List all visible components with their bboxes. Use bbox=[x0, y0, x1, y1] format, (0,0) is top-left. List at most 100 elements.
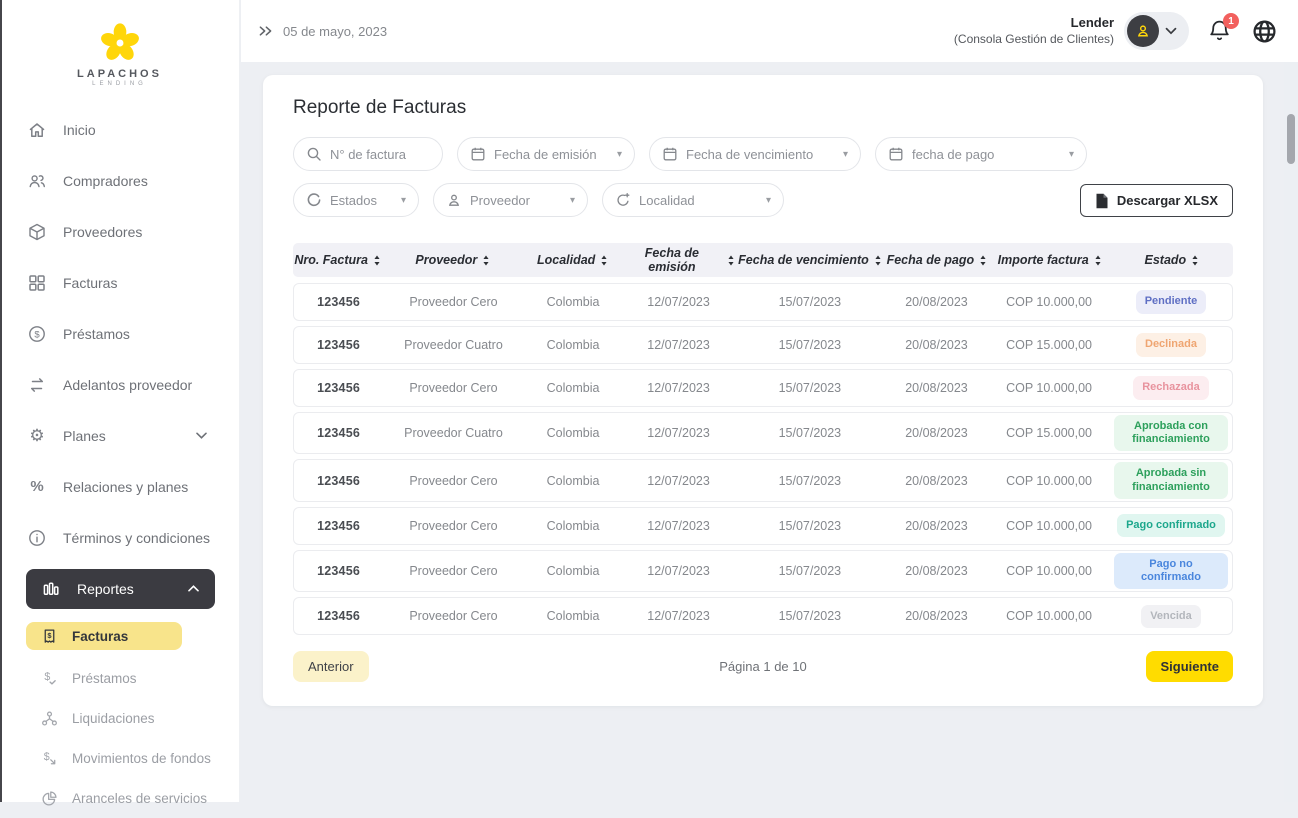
cell-localidad: Colombia bbox=[546, 563, 600, 578]
sidebar-item-proveedores[interactable]: Proveedores bbox=[26, 206, 221, 257]
language-button[interactable] bbox=[1251, 18, 1278, 45]
col-header-proveedor[interactable]: Proveedor bbox=[382, 253, 523, 267]
buyers-icon bbox=[26, 170, 48, 192]
status-badge: Vencida bbox=[1141, 604, 1201, 628]
chevron-down-icon bbox=[1165, 27, 1177, 35]
user-role: Lender bbox=[1070, 15, 1114, 31]
payment-date-filter[interactable]: fecha de pago ▾ bbox=[875, 137, 1087, 171]
table-row: 123456 Proveedor Cero Colombia 12/07/202… bbox=[293, 369, 1233, 407]
cell-importe-factura: COP 10.000,00 bbox=[1006, 563, 1093, 578]
cell-localidad: Colombia bbox=[546, 518, 600, 533]
cell-nro-factura: 123456 bbox=[317, 338, 361, 352]
sort-icon bbox=[600, 254, 608, 266]
sidebar-item-planes[interactable]: ⚙ Planes bbox=[26, 410, 221, 461]
main-content: Reporte de Facturas Fecha de emisión ▾ bbox=[241, 62, 1298, 802]
cell-nro-factura: 123456 bbox=[317, 473, 361, 488]
sidebar-subitem-label: Facturas bbox=[72, 628, 129, 644]
sort-icon bbox=[874, 254, 882, 266]
sidebar-subitem-movimientos-de-fondos[interactable]: $ Movimientos de fondos bbox=[26, 738, 221, 778]
col-header-fecha-vencimiento[interactable]: Fecha de vencimiento bbox=[735, 253, 885, 267]
invoice-search-field[interactable] bbox=[330, 146, 430, 162]
table-body: 123456 Proveedor Cero Colombia 12/07/202… bbox=[293, 283, 1233, 636]
sidebar-item-prestamos[interactable]: $ Préstamos bbox=[26, 308, 221, 359]
topbar-date: 05 de mayo, 2023 bbox=[283, 23, 388, 39]
brand-logo: LAPACHOS LENDING bbox=[0, 10, 239, 96]
chevron-down-icon bbox=[196, 430, 207, 442]
col-header-importe-factura[interactable]: Importe factura bbox=[989, 253, 1111, 267]
cell-fecha-vencimiento: 15/07/2023 bbox=[778, 381, 842, 395]
sidebar-nav: Inicio Compradores Proveedores Facturas … bbox=[0, 96, 239, 818]
document-icon bbox=[1096, 193, 1108, 208]
states-filter[interactable]: Estados ▾ bbox=[293, 183, 419, 217]
cell-fecha-emision: 12/07/2023 bbox=[647, 563, 710, 578]
locality-filter[interactable]: Localidad ▾ bbox=[602, 183, 784, 217]
sidebar-item-terminos-y-condiciones[interactable]: Términos y condiciones bbox=[26, 512, 221, 563]
page-title: Reporte de Facturas bbox=[293, 97, 467, 118]
chevrons-right-icon[interactable] bbox=[257, 24, 274, 38]
percent-icon: % bbox=[30, 478, 44, 495]
cell-fecha-pago: 20/08/2023 bbox=[905, 518, 968, 533]
sidebar-item-inicio[interactable]: Inicio bbox=[26, 104, 221, 155]
sidebar-item-label: Reportes bbox=[77, 581, 134, 597]
user-subtitle: (Consola Gestión de Clientes) bbox=[953, 31, 1114, 46]
sidebar-item-reportes[interactable]: Reportes bbox=[26, 569, 215, 609]
table-row: 123456 Proveedor Cuatro Colombia 12/07/2… bbox=[293, 412, 1233, 455]
cell-fecha-vencimiento: 15/07/2023 bbox=[778, 295, 842, 309]
cell-proveedor: Proveedor Cero bbox=[409, 295, 498, 309]
sidebar-item-label: Adelantos proveedor bbox=[63, 376, 193, 393]
filter-label: Fecha de vencimiento bbox=[686, 146, 814, 162]
scrollbar-thumb[interactable] bbox=[1287, 114, 1295, 164]
scrollbar-track[interactable] bbox=[1284, 62, 1298, 802]
sidebar-item-adelantos-proveedor[interactable]: Adelantos proveedor bbox=[26, 359, 221, 410]
cell-fecha-pago: 20/08/2023 bbox=[905, 295, 968, 309]
download-xlsx-button[interactable]: Descargar XLSX bbox=[1079, 184, 1233, 217]
cell-importe-factura: COP 10.000,00 bbox=[1006, 295, 1093, 309]
sidebar-item-compradores[interactable]: Compradores bbox=[26, 155, 221, 206]
col-header-fecha-pago[interactable]: Fecha de pago bbox=[885, 253, 988, 267]
table-row: 123456 Proveedor Cero Colombia 12/07/202… bbox=[293, 506, 1233, 545]
breadcrumb: 05 de mayo, 2023 bbox=[257, 24, 387, 39]
brand-name: LAPACHOS bbox=[77, 67, 162, 80]
filter-label: Proveedor bbox=[470, 192, 530, 208]
cell-nro-factura: 123456 bbox=[317, 609, 361, 624]
sidebar-item-facturas[interactable]: Facturas bbox=[26, 257, 221, 308]
topbar-right: Lender (Consola Gestión de Clientes) 1 bbox=[954, 12, 1278, 50]
sidebar-subitem-facturas[interactable]: $ Facturas bbox=[26, 622, 182, 650]
col-header-nro-factura[interactable]: Nro. Factura bbox=[293, 253, 382, 267]
invoice-search-input[interactable] bbox=[293, 137, 443, 171]
sidebar-subitem-aranceles-de-servicios[interactable]: Aranceles de servicios bbox=[26, 778, 221, 818]
notifications-button[interactable]: 1 bbox=[1207, 13, 1239, 45]
sidebar-item-relaciones-y-planes[interactable]: % Relaciones y planes bbox=[26, 461, 221, 512]
due-date-filter[interactable]: Fecha de vencimiento ▾ bbox=[649, 137, 861, 171]
svg-text:$: $ bbox=[43, 751, 49, 763]
col-header-fecha-emision[interactable]: Fecha de emisión bbox=[622, 246, 735, 274]
status-badge: Declinada bbox=[1136, 333, 1206, 357]
sort-icon bbox=[1094, 254, 1102, 266]
col-header-estado[interactable]: Estado bbox=[1111, 253, 1233, 267]
user-menu[interactable] bbox=[1124, 12, 1189, 50]
sidebar-subitem-liquidaciones[interactable]: Liquidaciones bbox=[26, 698, 221, 738]
loan-check-icon: $ bbox=[40, 669, 58, 687]
cell-nro-factura: 123456 bbox=[317, 381, 361, 395]
flower-logo-icon bbox=[100, 22, 139, 60]
sort-icon bbox=[482, 254, 490, 266]
cell-importe-factura: COP 10.000,00 bbox=[1006, 518, 1093, 533]
cell-proveedor: Proveedor Cero bbox=[409, 473, 498, 488]
sidebar-subitem-prestamos[interactable]: $ Préstamos bbox=[26, 658, 221, 698]
user-info: Lender (Consola Gestión de Clientes) bbox=[954, 15, 1114, 46]
cell-importe-factura: COP 15.000,00 bbox=[1006, 338, 1093, 352]
cell-proveedor: Proveedor Cero bbox=[409, 518, 498, 533]
col-header-localidad[interactable]: Localidad bbox=[523, 253, 622, 267]
emission-date-filter[interactable]: Fecha de emisión ▾ bbox=[457, 137, 635, 171]
table-header: Nro. Factura Proveedor Localidad Fecha d… bbox=[293, 243, 1233, 277]
svg-text:$: $ bbox=[34, 329, 40, 340]
sidebar-subitem-label: Préstamos bbox=[72, 670, 137, 686]
caret-down-icon: ▾ bbox=[616, 148, 622, 160]
provider-filter[interactable]: Proveedor ▾ bbox=[433, 183, 588, 217]
cell-nro-factura: 123456 bbox=[317, 518, 361, 533]
sidebar: LAPACHOS LENDING Inicio Compradores Prov… bbox=[0, 0, 240, 806]
next-page-button[interactable]: Siguiente bbox=[1146, 651, 1233, 683]
sidebar-item-label: Facturas bbox=[63, 274, 118, 291]
status-badge: Aprobada sin financiamiento bbox=[1114, 462, 1228, 499]
cell-nro-factura: 123456 bbox=[317, 563, 361, 578]
